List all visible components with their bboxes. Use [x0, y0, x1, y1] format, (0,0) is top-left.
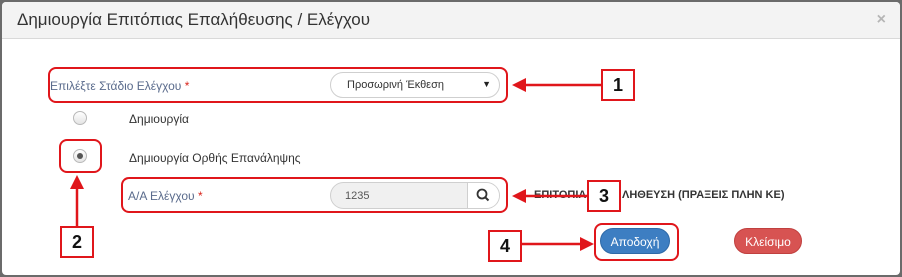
arrow-3-head — [512, 189, 526, 203]
arrow-1-head — [512, 78, 526, 92]
annotation-arrows — [70, 78, 601, 251]
arrow-2-head — [70, 175, 84, 189]
arrow-4-head — [580, 237, 594, 251]
